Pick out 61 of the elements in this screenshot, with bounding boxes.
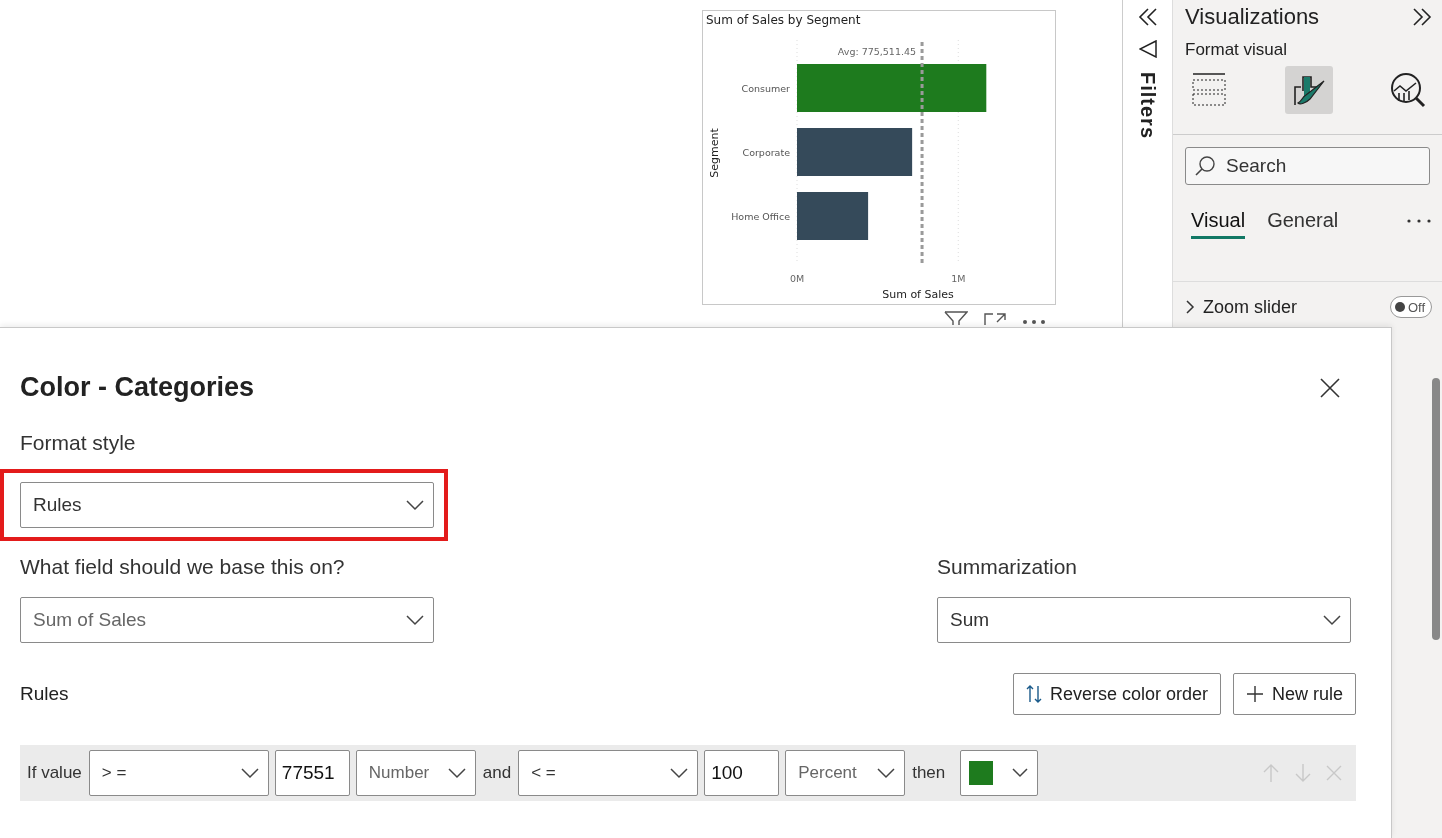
collapse-icon[interactable] <box>1137 8 1158 26</box>
value-type-dropdown[interactable]: Number <box>355 750 476 796</box>
chevron-down-icon <box>1322 614 1342 626</box>
plus-icon <box>1245 685 1264 703</box>
chevron-down-icon <box>239 767 260 779</box>
analytics-icon <box>1389 71 1427 109</box>
rule-text: and <box>481 763 513 783</box>
chevron-down-icon <box>876 767 897 779</box>
value-type-dropdown[interactable]: Percent <box>785 750 906 796</box>
value-input[interactable]: 77551 <box>274 750 350 796</box>
pane-title: Visualizations <box>1185 4 1320 30</box>
pane-subtitle: Format visual <box>1184 39 1289 60</box>
pane-tab[interactable]: Visual <box>1191 203 1246 239</box>
base-field-dropdown[interactable]: Sum of Sales <box>20 597 434 643</box>
more-options-icon[interactable] <box>1406 218 1432 224</box>
format-style-dropdown[interactable]: Rules <box>20 482 434 528</box>
category-label: Home Office <box>731 211 790 222</box>
chevron-down-icon <box>446 767 467 779</box>
format-view-button[interactable] <box>1284 66 1333 114</box>
chart-title: Sum of Sales by Segment <box>706 13 861 27</box>
category-label: Corporate <box>742 147 790 158</box>
scrollbar-thumb[interactable] <box>1432 378 1440 640</box>
color-picker[interactable] <box>960 750 1039 796</box>
chevron-down-icon <box>405 499 425 511</box>
rule-text: then <box>911 763 947 783</box>
axis-tick-label: 1M <box>951 273 966 284</box>
dialog-title: Color - Categories <box>20 372 255 403</box>
field-label: Summarization <box>937 555 1079 579</box>
chevron-down-icon <box>669 767 690 779</box>
operator-dropdown[interactable]: > = <box>88 750 269 796</box>
focus-mode-icon[interactable] <box>984 313 1006 325</box>
summarization-dropdown[interactable]: Sum <box>937 597 1351 643</box>
search-field[interactable]: Search <box>1185 147 1430 185</box>
swap-arrows-icon <box>1025 684 1042 704</box>
reverse-order-button[interactable]: Reverse color order <box>1012 673 1221 715</box>
search-icon <box>1194 155 1216 177</box>
rule-text: If value <box>26 763 83 783</box>
close-icon[interactable] <box>1320 377 1340 398</box>
field-label: Format style <box>20 431 137 455</box>
category-label: Consumer <box>741 83 790 94</box>
chevron-icon[interactable] <box>1185 299 1195 315</box>
toggle-switch[interactable]: Off <box>1389 296 1432 318</box>
filter-icon[interactable] <box>944 311 968 325</box>
filter-icon <box>1138 40 1157 58</box>
new-rule-button[interactable]: New rule <box>1232 673 1356 715</box>
y-axis-title: Segment <box>708 128 721 178</box>
x-axis-title: Sum of Sales <box>882 288 954 301</box>
average-label: Avg: 775,511.45 <box>837 46 917 57</box>
chevron-down-icon <box>1011 767 1030 779</box>
section-header[interactable]: Zoom slider <box>1203 296 1298 318</box>
operator-dropdown[interactable]: < = <box>518 750 699 796</box>
filters-pane-label[interactable]: Filters <box>1136 72 1159 140</box>
axis-tick-label: 0M <box>789 273 805 284</box>
section-label: Rules <box>20 683 69 705</box>
field-label: What field should we base this on? <box>20 555 346 579</box>
expand-icon[interactable] <box>1412 8 1432 26</box>
fields-icon <box>1190 71 1228 109</box>
chevron-down-icon <box>405 614 425 626</box>
pane-tab[interactable]: General <box>1267 203 1339 239</box>
value-input[interactable]: 100 <box>704 750 780 796</box>
more-options-icon[interactable] <box>1022 319 1046 325</box>
